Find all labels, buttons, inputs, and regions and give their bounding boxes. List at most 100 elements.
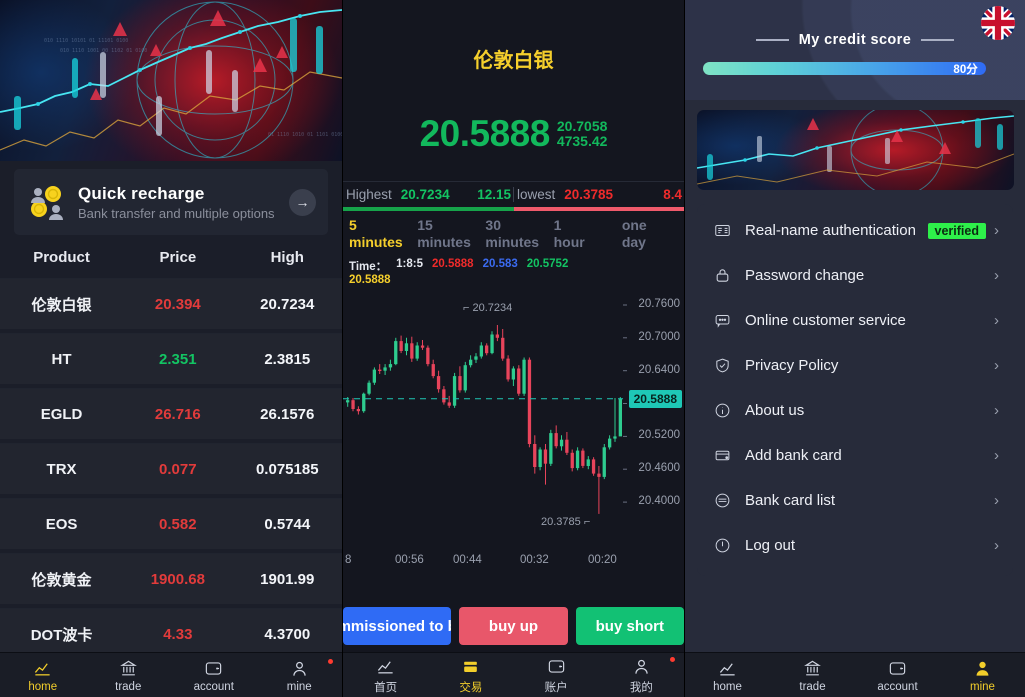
menu-item-about-us[interactable]: About us ›	[697, 388, 1013, 433]
chevron-right-icon: ›	[994, 357, 999, 374]
menu-item-label: Password change	[745, 267, 865, 284]
candlestick-chart[interactable]: 20.7600 20.7000 20.6400 20.5200 20.4600 20.40…	[343, 288, 684, 550]
menu-item-bank-card-list[interactable]: Bank card list ›	[697, 478, 1013, 523]
menu-item-privacy-policy[interactable]: Privacy Policy ›	[697, 343, 1013, 388]
tf-line1: 30	[485, 217, 501, 233]
table-row[interactable]: EOS 0.582 0.5744	[0, 498, 342, 549]
info-icon	[711, 402, 733, 419]
timeframe-15-minutes[interactable]: 15 minutes	[411, 217, 479, 251]
y-axis-tick: 20.7600	[638, 297, 680, 310]
ohlc-close: 20.5888	[349, 274, 391, 286]
wallet-icon	[855, 658, 940, 679]
tab-trade[interactable]: trade	[770, 658, 855, 693]
tab-首页[interactable]: 首页	[343, 656, 428, 695]
ohlc-time-value: 1:8:5	[396, 258, 423, 270]
highest-cell: Highest 20.7234 12.15	[343, 187, 513, 202]
tab-label: 交易	[459, 681, 483, 694]
menu-item-real-name-authentication[interactable]: Real-name authentication verified ›	[697, 208, 1013, 253]
chart-x-axis: 8 00:56 00:44 00:32 00:20	[343, 550, 684, 568]
uk-flag-icon[interactable]	[981, 6, 1015, 40]
trade-action-buttons: commissioned to buybuy upbuy short	[343, 607, 684, 645]
menu-item-add-bank-card[interactable]: Add bank card ›	[697, 433, 1013, 478]
tab-交易[interactable]: 交易	[428, 656, 513, 695]
col-header-price: Price	[159, 249, 197, 266]
tab-mine[interactable]: mine	[257, 658, 343, 693]
tf-line2: minutes	[349, 234, 403, 250]
tf-line1: 1	[553, 217, 562, 233]
tab-account[interactable]: account	[855, 658, 940, 693]
button-red[interactable]: buy up	[459, 607, 568, 645]
quote-sub-values: 20.7058 4735.42	[557, 119, 608, 149]
tab-trade[interactable]: trade	[86, 658, 172, 693]
card-add-icon	[711, 447, 733, 464]
ohlc-high: 20.583	[482, 258, 518, 270]
tab-账户[interactable]: 账户	[514, 656, 599, 695]
table-row[interactable]: EGLD 26.716 26.1576	[0, 388, 342, 439]
row-product: HT	[51, 350, 72, 368]
chevron-right-icon: ›	[994, 222, 999, 239]
timeframe-30-minutes[interactable]: 30 minutes	[479, 217, 547, 251]
power-icon	[711, 537, 733, 554]
menu-item-label: Bank card list	[745, 492, 836, 509]
trade-icon	[428, 656, 513, 677]
id-card-icon	[711, 222, 733, 239]
tab-label: home	[713, 680, 742, 693]
row-product: 伦敦黄金	[31, 571, 92, 589]
button-blue[interactable]: commissioned to buy	[343, 607, 452, 645]
quick-recharge-card[interactable]: Quick recharge Bank transfer and multipl…	[14, 169, 328, 235]
row-high: 2.3815	[264, 350, 311, 368]
y-axis-tick: 20.7000	[638, 330, 680, 343]
timeframe-1-hour[interactable]: 1 hour	[548, 217, 616, 251]
y-axis-tick: 20.4000	[638, 495, 680, 508]
menu-item-label: Privacy Policy	[745, 357, 839, 374]
tab-label: account	[877, 680, 918, 693]
chart-high-marker: ⌐ 20.7234	[463, 302, 513, 314]
tab-account[interactable]: account	[171, 658, 257, 693]
menu-item-label: Real-name authentication	[745, 222, 916, 239]
recharge-subtitle: Bank transfer and multiple options	[78, 205, 275, 221]
decor-line-left	[755, 39, 789, 41]
home-screen: 010 1110 10101 01 11101 0100 010 1110 10…	[0, 0, 342, 697]
table-row[interactable]: HT 2.351 2.3815	[0, 333, 342, 384]
highest-value: 20.7234	[400, 187, 450, 202]
chart-line-icon	[685, 658, 770, 679]
table-row[interactable]: 伦敦黄金 1900.68 1901.99	[0, 553, 342, 604]
three-screen-composite: 010 1110 10101 01 11101 0100 010 1110 10…	[0, 0, 1025, 697]
finance-globe-banner[interactable]	[697, 110, 1014, 190]
high-low-row: Highest 20.7234 12.15 lowest 20.3785 8.4	[343, 181, 684, 207]
button-green[interactable]: buy short	[575, 607, 684, 645]
notification-dot	[328, 658, 333, 664]
menu-item-label: About us	[745, 402, 805, 419]
tab-home[interactable]: home	[0, 658, 86, 693]
person-icon	[257, 658, 343, 679]
row-product: DOT波卡	[30, 626, 93, 644]
row-high: 20.7234	[260, 295, 315, 313]
row-price: 0.582	[159, 515, 197, 533]
menu-item-log-out[interactable]: Log out ›	[697, 523, 1013, 568]
tab-mine[interactable]: mine	[940, 658, 1025, 693]
card-list-icon	[711, 492, 733, 509]
timeframe-one-day[interactable]: one day	[616, 217, 684, 251]
chat-icon	[711, 312, 733, 329]
row-product: TRX	[46, 460, 77, 478]
tab-label: 我的	[629, 681, 653, 694]
product-table-header: Product Price High	[0, 235, 342, 278]
tab-home[interactable]: home	[685, 658, 770, 693]
tf-line2: minutes	[485, 234, 540, 250]
timeframe-5-minutes[interactable]: 5 minutes	[343, 217, 411, 251]
credit-score-title: My credit score	[798, 32, 912, 48]
tab-label: account	[193, 680, 234, 693]
recharge-arrow-icon[interactable]: →	[289, 188, 316, 216]
menu-item-password-change[interactable]: Password change ›	[697, 253, 1013, 298]
timeframe-tabs: 5 minutes 15 minutes 30 minutes 1 hour one day	[343, 211, 684, 255]
trade-screen: 伦敦白银 20.5888 20.7058 4735.42 Highest 20.…	[342, 0, 684, 697]
wallet-icon	[514, 656, 599, 677]
chevron-right-icon: ›	[994, 537, 999, 554]
tf-line2: minutes	[417, 234, 471, 250]
svg-text:01 1110 1010 01 1101 0100: 01 1110 1010 01 1101 0100	[268, 132, 342, 138]
table-row[interactable]: TRX 0.077 0.075185	[0, 443, 342, 494]
table-row[interactable]: 伦敦白银 20.394 20.7234	[0, 278, 342, 329]
tab-我的[interactable]: 我的	[599, 656, 684, 695]
menu-item-online-customer-service[interactable]: Online customer service ›	[697, 298, 1013, 343]
row-product: EGLD	[40, 405, 83, 423]
